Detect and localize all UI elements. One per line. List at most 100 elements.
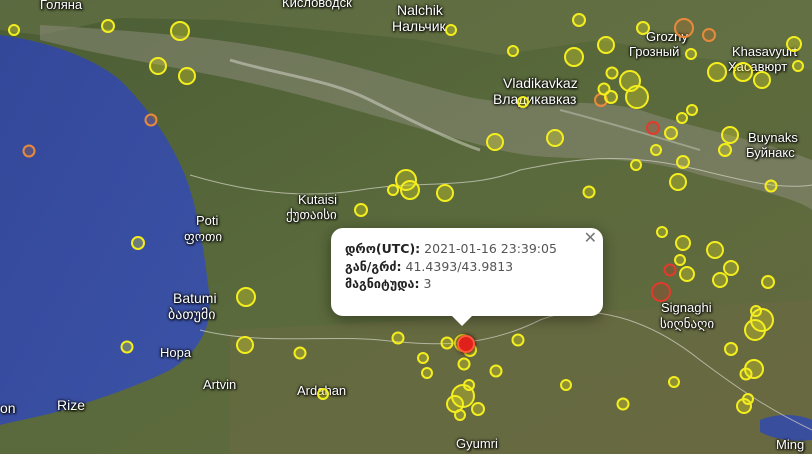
earthquake-marker[interactable] bbox=[507, 45, 519, 57]
earthquake-marker[interactable] bbox=[686, 104, 698, 116]
earthquake-marker[interactable] bbox=[764, 179, 778, 193]
earthquake-marker[interactable] bbox=[511, 333, 525, 347]
earthquake-marker[interactable] bbox=[471, 402, 485, 416]
earthquake-marker[interactable] bbox=[679, 266, 695, 282]
earthquake-marker[interactable] bbox=[170, 21, 190, 41]
earthquake-marker[interactable] bbox=[149, 57, 167, 75]
earthquake-marker[interactable] bbox=[144, 113, 158, 127]
map-canvas[interactable]: Голяна Кисловодск Nalchik Нальчик Grozny… bbox=[0, 0, 812, 454]
earthquake-marker[interactable] bbox=[440, 336, 454, 350]
earthquake-marker[interactable] bbox=[674, 18, 694, 38]
earthquake-marker[interactable] bbox=[786, 36, 802, 52]
popup-row-coords: გან/გრძ: 41.4393/43.9813 bbox=[345, 258, 589, 276]
label-batumi-en: Batumi bbox=[173, 290, 217, 306]
earthquake-marker[interactable] bbox=[22, 144, 36, 158]
label-buynaksk-ru: Буйнакс bbox=[746, 145, 795, 160]
earthquake-marker[interactable] bbox=[178, 67, 196, 85]
earthquake-marker[interactable] bbox=[753, 71, 771, 89]
earthquake-marker[interactable] bbox=[317, 388, 329, 400]
magnitude-label: მაგნიტუდა: bbox=[345, 276, 420, 291]
earthquake-marker[interactable] bbox=[8, 24, 20, 36]
earthquake-marker[interactable] bbox=[457, 357, 471, 371]
label-batumi-ka: ბათუმი bbox=[168, 306, 216, 322]
earthquake-marker[interactable] bbox=[724, 342, 738, 356]
earthquake-marker[interactable] bbox=[417, 352, 429, 364]
earthquake-marker[interactable] bbox=[597, 82, 611, 96]
earthquake-marker[interactable] bbox=[630, 159, 642, 171]
earthquake-marker[interactable] bbox=[676, 155, 690, 169]
earthquake-marker[interactable] bbox=[702, 28, 716, 42]
earthquake-marker[interactable] bbox=[792, 60, 804, 72]
label-poti-en: Poti bbox=[196, 213, 219, 228]
label-kutaisi-ka: ქუთაისი bbox=[286, 207, 337, 222]
close-icon[interactable]: ✕ bbox=[584, 230, 597, 246]
earthquake-marker[interactable] bbox=[625, 85, 649, 109]
earthquake-marker[interactable] bbox=[646, 121, 660, 135]
earthquake-marker[interactable] bbox=[750, 305, 762, 317]
label-signaghi-en: Signaghi bbox=[661, 300, 712, 315]
earthquake-marker[interactable] bbox=[101, 19, 115, 33]
earthquake-marker[interactable] bbox=[120, 340, 134, 354]
earthquake-marker[interactable] bbox=[739, 367, 753, 381]
earthquake-marker[interactable] bbox=[669, 173, 687, 191]
earthquake-marker[interactable] bbox=[707, 62, 727, 82]
label-kislovodsk: Кисловодск bbox=[282, 0, 352, 10]
earthquake-marker[interactable] bbox=[685, 48, 697, 60]
earthquake-marker[interactable] bbox=[706, 241, 724, 259]
earthquake-marker[interactable] bbox=[668, 376, 680, 388]
earthquake-marker[interactable] bbox=[616, 397, 630, 411]
label-rize: Rize bbox=[57, 397, 86, 413]
label-gyumri: Gyumri bbox=[456, 436, 498, 451]
earthquake-marker[interactable] bbox=[564, 47, 584, 67]
earthquake-marker[interactable] bbox=[636, 21, 650, 35]
label-buynaksk-en: Buynaks bbox=[748, 130, 798, 145]
earthquake-info-popup: ✕ დრო(UTC): 2021-01-16 23:39:05 გან/გრძ:… bbox=[331, 228, 603, 326]
earthquake-marker[interactable] bbox=[663, 263, 677, 277]
earthquake-marker[interactable] bbox=[400, 180, 420, 200]
earthquake-marker[interactable] bbox=[712, 272, 728, 288]
earthquake-marker[interactable] bbox=[676, 112, 688, 124]
earthquake-marker[interactable] bbox=[454, 409, 466, 421]
coords-value: 41.4393/43.9813 bbox=[405, 258, 514, 274]
earthquake-marker[interactable] bbox=[656, 226, 668, 238]
selected-earthquake-marker[interactable] bbox=[457, 335, 475, 353]
label-hopa: Hopa bbox=[160, 345, 192, 360]
earthquake-marker[interactable] bbox=[742, 393, 754, 405]
label-poti-ka: ფოთი bbox=[184, 229, 223, 244]
earthquake-marker[interactable] bbox=[131, 236, 145, 250]
earthquake-marker[interactable] bbox=[236, 336, 254, 354]
label-bottom-left: on bbox=[0, 400, 16, 416]
earthquake-marker[interactable] bbox=[582, 185, 596, 199]
earthquake-marker[interactable] bbox=[391, 331, 405, 345]
earthquake-marker[interactable] bbox=[664, 126, 678, 140]
earthquake-marker[interactable] bbox=[236, 287, 256, 307]
earthquake-marker[interactable] bbox=[517, 96, 529, 108]
earthquake-marker[interactable] bbox=[445, 24, 457, 36]
label-vladikavkaz-en: Vladikavkaz bbox=[503, 75, 578, 91]
earthquake-marker[interactable] bbox=[605, 66, 619, 80]
label-nalchik-ru: Нальчик bbox=[392, 18, 446, 34]
earthquake-marker[interactable] bbox=[597, 36, 615, 54]
label-top-left: Голяна bbox=[40, 0, 83, 12]
time-label: დრო(UTC): bbox=[345, 241, 421, 256]
earthquake-marker[interactable] bbox=[560, 379, 572, 391]
earthquake-marker[interactable] bbox=[674, 254, 686, 266]
earthquake-marker[interactable] bbox=[421, 367, 433, 379]
earthquake-marker[interactable] bbox=[489, 364, 503, 378]
earthquake-marker[interactable] bbox=[718, 143, 732, 157]
earthquake-marker[interactable] bbox=[354, 203, 368, 217]
earthquake-marker[interactable] bbox=[436, 184, 454, 202]
earthquake-marker[interactable] bbox=[650, 144, 662, 156]
earthquake-marker[interactable] bbox=[293, 346, 307, 360]
earthquake-marker[interactable] bbox=[651, 282, 671, 302]
earthquake-marker[interactable] bbox=[733, 62, 753, 82]
earthquake-marker[interactable] bbox=[744, 319, 766, 341]
earthquake-marker[interactable] bbox=[572, 13, 586, 27]
earthquake-marker[interactable] bbox=[761, 275, 775, 289]
earthquake-marker[interactable] bbox=[675, 235, 691, 251]
label-grozny-ru: Грозный bbox=[629, 44, 680, 59]
earthquake-marker[interactable] bbox=[546, 129, 564, 147]
earthquake-marker[interactable] bbox=[486, 133, 504, 151]
label-artvin: Artvin bbox=[203, 377, 237, 392]
earthquake-marker[interactable] bbox=[721, 126, 739, 144]
